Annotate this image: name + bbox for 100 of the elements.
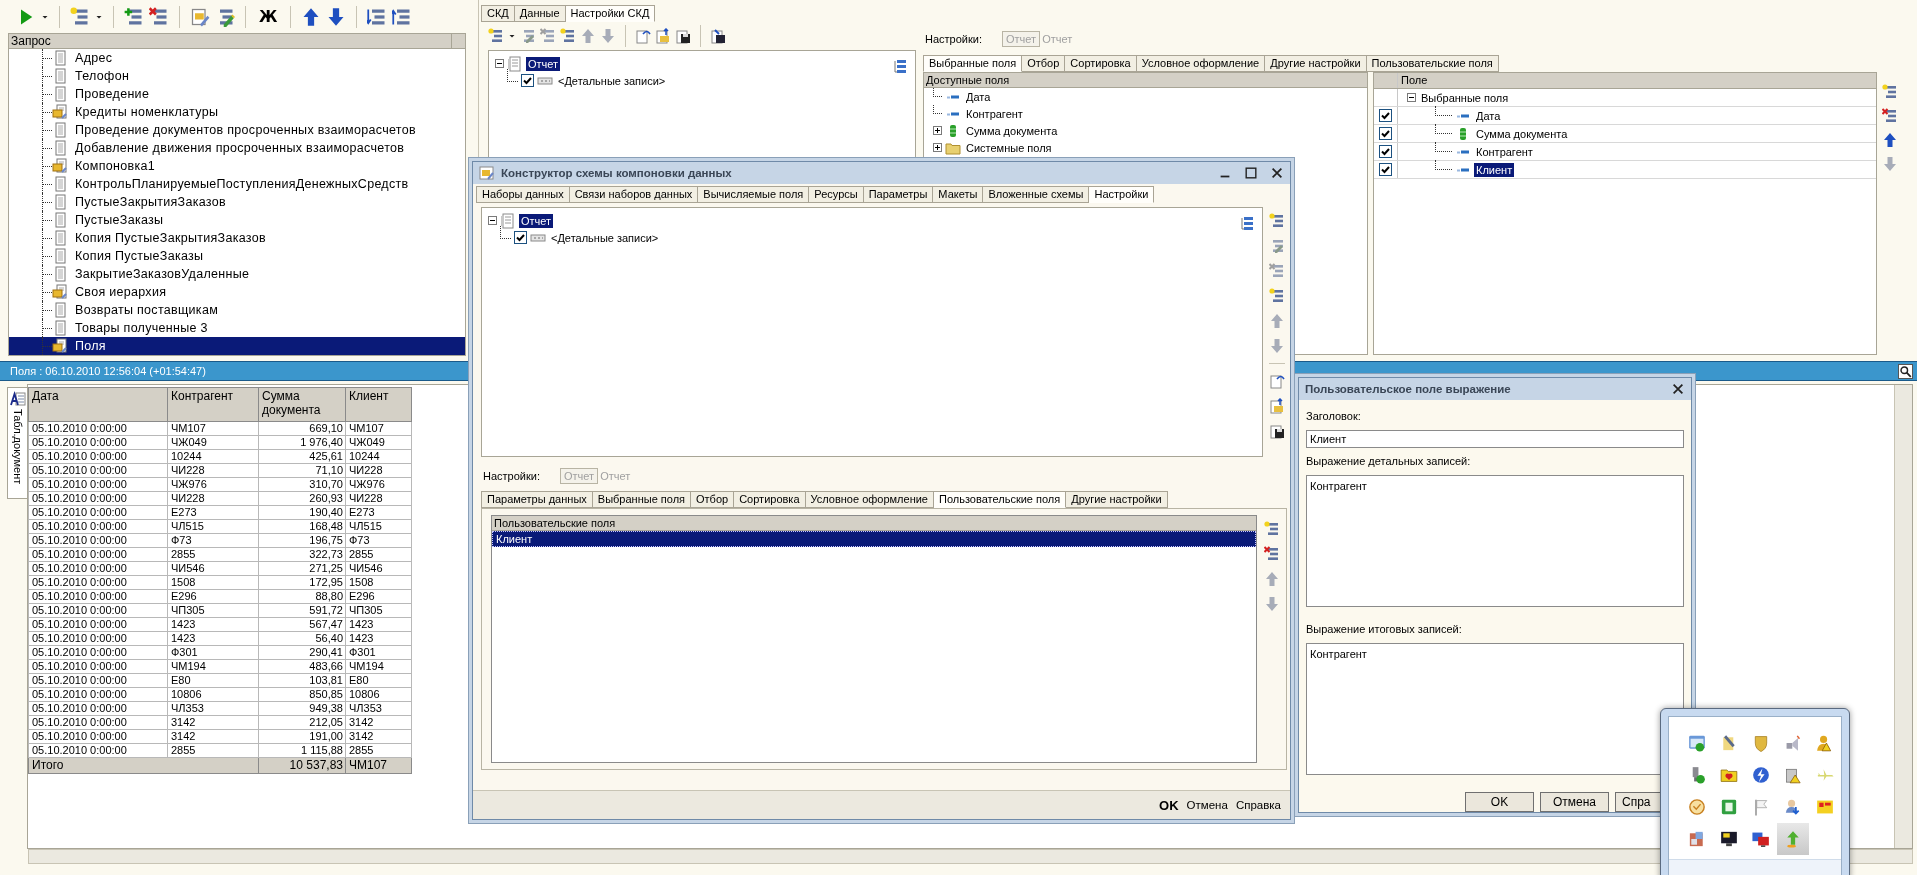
tab[interactable]: Пользовательские поля [934, 491, 1067, 508]
field-item[interactable]: Сумма документа [1474, 126, 1570, 141]
table-cell: 1508 [345, 575, 412, 590]
field-item[interactable]: Клиент [1474, 162, 1515, 177]
table-cell: 425,61 [258, 449, 346, 464]
query-item[interactable]: Кредиты номенклатуры [9, 103, 465, 121]
table-cell: 3142 [345, 729, 412, 744]
tab[interactable]: СКД [481, 5, 515, 22]
tab[interactable]: Пользовательские поля [1366, 55, 1499, 72]
query-item[interactable]: Проведение [9, 85, 465, 103]
field-item[interactable]: Системные поля [924, 139, 1367, 156]
table-cell: 1 115,88 [258, 743, 346, 758]
table-cell: 05.10.2010 0:00:00 [28, 715, 168, 730]
tab[interactable]: Параметры данных [481, 491, 593, 508]
table-cell: 172,95 [258, 575, 346, 590]
tab[interactable]: Настройки СКД [565, 5, 656, 22]
tree-item[interactable]: <Детальные записи> [556, 73, 668, 88]
tab[interactable]: Связи наборов данных [569, 186, 699, 203]
query-item[interactable]: Своя иерархия [9, 283, 465, 301]
table-cell: 05.10.2010 0:00:00 [28, 589, 168, 604]
tab[interactable]: Ресурсы [809, 186, 864, 203]
table-cell: 05.10.2010 0:00:00 [28, 659, 168, 674]
table-cell: ЧМ194 [167, 659, 259, 674]
expression-field[interactable]: Контрагент [1306, 643, 1684, 775]
table-cell: 05.10.2010 0:00:00 [28, 743, 168, 758]
side-tab[interactable]: Табл.документ [7, 387, 27, 499]
tab[interactable]: Другие настройки [1066, 491, 1168, 508]
query-item[interactable]: Копия ПустыеЗаказы [9, 247, 465, 265]
table-cell: ЧЖ049 [167, 435, 259, 450]
table-cell: 10244 [345, 449, 412, 464]
table-cell: 05.10.2010 0:00:00 [28, 673, 168, 688]
tree-item[interactable]: Отчет [526, 56, 561, 71]
tree-item[interactable]: Выбранные поля [1419, 90, 1511, 105]
tab[interactable]: Настройки [1089, 186, 1155, 203]
table-cell: 05.10.2010 0:00:00 [28, 701, 168, 716]
table-cell: ЧИ228 [345, 491, 412, 506]
table-cell: 290,41 [258, 645, 346, 660]
field-item[interactable]: Дата [1474, 108, 1503, 123]
caption-field[interactable]: Клиент [1306, 430, 1684, 448]
table-cell: 1423 [167, 631, 259, 646]
query-item[interactable]: Копия ПустыеЗакрытияЗаказов [9, 229, 465, 247]
query-item[interactable]: Телофон [9, 67, 465, 85]
table-cell: 567,47 [258, 617, 346, 632]
tab[interactable]: Данные [514, 5, 566, 22]
table-cell: 2855 [345, 547, 412, 562]
tab[interactable]: Вычисляемые поля [698, 186, 810, 203]
table-cell: ЧИ546 [345, 561, 412, 576]
table-cell: 3142 [167, 729, 259, 744]
column-header: Контрагент [167, 387, 259, 422]
tab[interactable]: Макеты [933, 186, 984, 203]
table-cell: Е80 [345, 673, 412, 688]
tab[interactable]: Вложенные схемы [983, 186, 1090, 203]
query-item[interactable]: Проведение документов просроченных взаиморасчетов [9, 121, 465, 139]
table-cell: 05.10.2010 0:00:00 [28, 603, 168, 618]
tab[interactable]: Выбранные поля [923, 55, 1023, 72]
tab[interactable]: Сортировка [1065, 55, 1137, 72]
tree-item[interactable]: Отчет [519, 213, 554, 228]
tab[interactable]: Параметры [863, 186, 934, 203]
dialog-button[interactable]: OK [1156, 795, 1182, 815]
dialog-button[interactable]: Отмена [1540, 792, 1609, 812]
table-cell: ЧИ228 [167, 491, 259, 506]
tab[interactable]: Отбор [1022, 55, 1066, 72]
table-cell: 10244 [167, 449, 259, 464]
field-item[interactable]: Сумма документа [924, 122, 1367, 139]
tab[interactable]: Сортировка [734, 491, 806, 508]
field-item[interactable]: Контрагент [924, 105, 1367, 122]
list-item[interactable]: Клиент [492, 531, 1256, 547]
expression-field[interactable]: Контрагент [1306, 475, 1684, 607]
query-item[interactable]: Адрес [9, 49, 465, 67]
query-item[interactable]: Возвраты поставщикам [9, 301, 465, 319]
query-item[interactable]: КонтрольПланируемыеПоступленияДенежныхСредств [9, 175, 465, 193]
tab[interactable]: Выбранные поля [592, 491, 691, 508]
table-cell: 1423 [345, 631, 412, 646]
tab[interactable]: Наборы данных [476, 186, 570, 203]
table-cell: 05.10.2010 0:00:00 [28, 575, 168, 590]
bold-button[interactable]: Ж [256, 7, 281, 26]
tree-item[interactable]: <Детальные записи> [549, 230, 661, 245]
field-item[interactable]: Дата [924, 88, 1367, 105]
query-item[interactable]: ЗакрытиеЗаказовУдаленные [9, 265, 465, 283]
query-item[interactable]: Компоновка1 [9, 157, 465, 175]
query-item[interactable]: ПустыеЗакрытияЗаказов [9, 193, 465, 211]
dialog-button[interactable]: Справка [1232, 797, 1284, 813]
table-cell: 05.10.2010 0:00:00 [28, 631, 168, 646]
table-cell: 71,10 [258, 463, 346, 478]
dialog-button[interactable]: Отмена [1183, 797, 1231, 813]
tab[interactable]: Другие настройки [1265, 55, 1367, 72]
table-cell: 1423 [345, 617, 412, 632]
query-item[interactable]: Поля [9, 337, 465, 355]
query-item[interactable]: Добавление движения просроченных взаиморасчетов [9, 139, 465, 157]
tab[interactable]: Условное оформление [1136, 55, 1266, 72]
field-item[interactable]: Контрагент [1474, 144, 1535, 159]
query-item[interactable]: ПустыеЗаказы [9, 211, 465, 229]
table-cell: 191,00 [258, 729, 346, 744]
table-cell: ЧЖ976 [167, 477, 259, 492]
tab[interactable]: Условное оформление [805, 491, 934, 508]
dialog-button[interactable]: OK [1465, 792, 1534, 812]
tab[interactable]: Отбор [691, 491, 735, 508]
table-cell: 3142 [167, 715, 259, 730]
table-cell: 10806 [167, 687, 259, 702]
table-cell: 850,85 [258, 687, 346, 702]
